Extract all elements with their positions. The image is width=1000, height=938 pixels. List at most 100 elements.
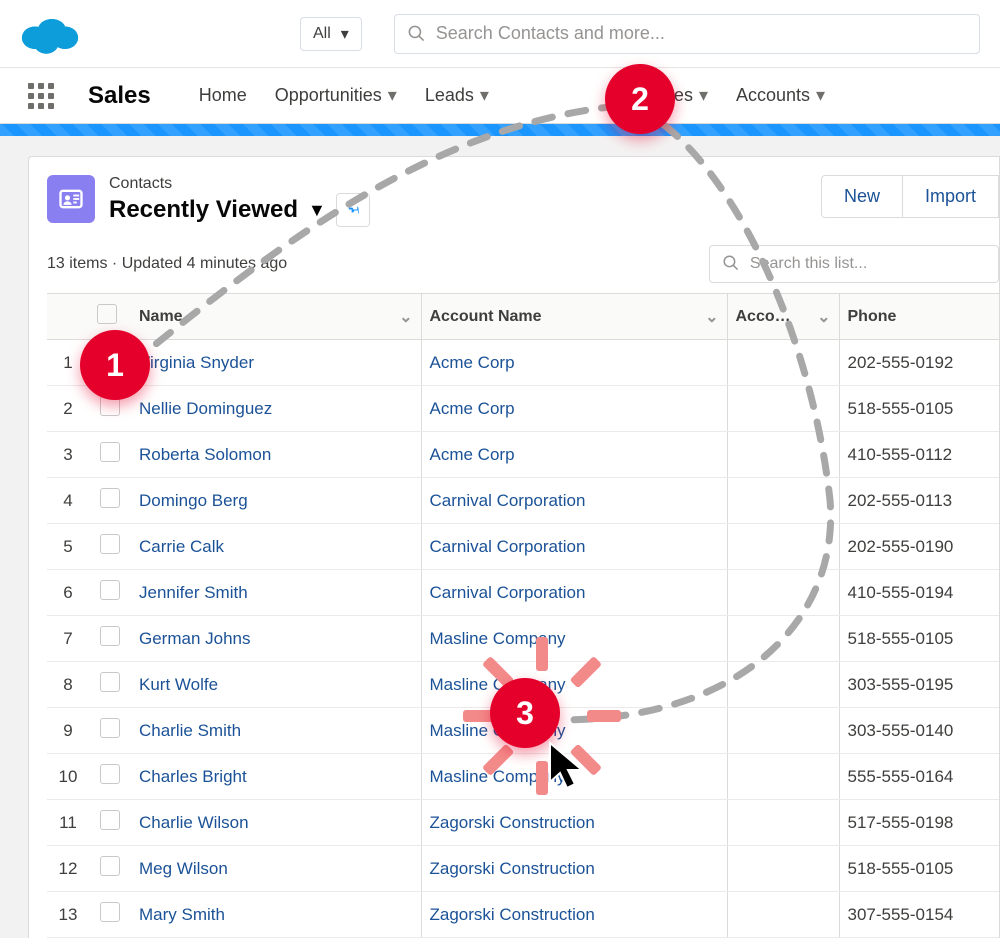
col-name[interactable]: Name⌄ [131, 294, 421, 340]
contact-name-link[interactable]: Domingo Berg [139, 491, 248, 510]
contact-name-link[interactable]: Nellie Dominguez [139, 399, 272, 418]
app-launcher-icon[interactable] [28, 83, 54, 109]
annotation-badge-1: 1 [80, 330, 150, 400]
row-index: 8 [47, 662, 89, 708]
salesforce-logo [20, 13, 80, 55]
page-header: Contacts Recently Viewed ▼ New Import [47, 175, 999, 227]
contacts-icon [47, 175, 95, 223]
row-checkbox[interactable] [100, 856, 120, 876]
pin-list-button[interactable] [336, 193, 370, 227]
chevron-down-icon[interactable]: ▼ [308, 200, 326, 221]
chevron-down-icon: ▾ [388, 85, 397, 106]
row-index: 11 [47, 800, 89, 846]
row-checkbox[interactable] [100, 488, 120, 508]
phone-cell: 303-555-0195 [839, 662, 999, 708]
phone-cell: 202-555-0190 [839, 524, 999, 570]
acco-cell [727, 340, 839, 386]
account-name-link[interactable]: Carnival Corporation [430, 491, 586, 510]
contact-name-link[interactable]: Meg Wilson [139, 859, 228, 878]
table-row: 10Charles BrightMasline Company555-555-0… [47, 754, 999, 800]
nav-home[interactable]: Home [199, 85, 247, 106]
table-row: 4Domingo BergCarnival Corporation202-555… [47, 478, 999, 524]
col-acco-truncated[interactable]: Acco…⌄ [727, 294, 839, 340]
row-checkbox[interactable] [100, 718, 120, 738]
row-checkbox[interactable] [100, 672, 120, 692]
acco-cell [727, 754, 839, 800]
col-phone[interactable]: Phone [839, 294, 999, 340]
row-checkbox[interactable] [100, 764, 120, 784]
account-name-link[interactable]: Acme Corp [430, 353, 515, 372]
row-checkbox[interactable] [100, 580, 120, 600]
row-index: 5 [47, 524, 89, 570]
annotation-badge-2: 2 [605, 64, 675, 134]
acco-cell [727, 478, 839, 524]
import-button[interactable]: Import [902, 175, 999, 218]
phone-cell: 307-555-0154 [839, 892, 999, 938]
chevron-down-icon[interactable]: ⌄ [705, 307, 718, 327]
page-body: Contacts Recently Viewed ▼ New Import 13… [0, 136, 1000, 938]
row-index: 13 [47, 892, 89, 938]
table-row: 7German JohnsMasline Company518-555-0105 [47, 616, 999, 662]
contact-name-link[interactable]: Virginia Snyder [139, 353, 254, 372]
account-name-link[interactable]: Carnival Corporation [430, 583, 586, 602]
row-index: 3 [47, 432, 89, 478]
account-name-link[interactable]: Zagorski Construction [430, 859, 595, 878]
global-search[interactable] [394, 14, 980, 54]
new-button[interactable]: New [821, 175, 902, 218]
row-checkbox[interactable] [100, 534, 120, 554]
contact-name-link[interactable]: German Johns [139, 629, 251, 648]
object-label: Contacts [109, 175, 807, 193]
account-name-link[interactable]: Zagorski Construction [430, 813, 595, 832]
search-icon [407, 24, 426, 44]
phone-cell: 518-555-0105 [839, 616, 999, 662]
select-all-checkbox[interactable] [97, 304, 117, 324]
contact-name-link[interactable]: Charlie Smith [139, 721, 241, 740]
contact-name-link[interactable]: Roberta Solomon [139, 445, 271, 464]
account-name-link[interactable]: Acme Corp [430, 445, 515, 464]
chevron-down-icon[interactable]: ⌄ [399, 307, 412, 327]
account-name-link[interactable]: Acme Corp [430, 399, 515, 418]
row-checkbox[interactable] [100, 810, 120, 830]
chevron-down-icon[interactable]: ⌄ [817, 307, 830, 327]
phone-cell: 555-555-0164 [839, 754, 999, 800]
col-account-name[interactable]: Account Name⌄ [421, 294, 727, 340]
account-name-link[interactable]: Zagorski Construction [430, 905, 595, 924]
col-index [47, 294, 89, 340]
contact-name-link[interactable]: Charles Bright [139, 767, 247, 786]
nav-opportunities[interactable]: Opportunities▾ [275, 85, 397, 106]
account-name-link[interactable]: Carnival Corporation [430, 537, 586, 556]
phone-cell: 518-555-0105 [839, 846, 999, 892]
acco-cell [727, 570, 839, 616]
acco-cell [727, 800, 839, 846]
search-icon [722, 254, 740, 274]
nav-accounts[interactable]: Accounts▾ [736, 85, 825, 106]
list-view-name[interactable]: Recently Viewed [109, 196, 298, 224]
table-row: 6Jennifer SmithCarnival Corporation410-5… [47, 570, 999, 616]
table-row: 13 Mary Smith Zagorski Construction 307-555… [47, 892, 999, 938]
annotation-badge-3: 3 [490, 678, 560, 748]
contact-name-link[interactable]: Charlie Wilson [139, 813, 249, 832]
table-row: 2Nellie DominguezAcme Corp518-555-0105 [47, 386, 999, 432]
contact-name-link[interactable]: Carrie Calk [139, 537, 224, 556]
search-scope-select[interactable]: All ▾ [300, 17, 362, 51]
table-row: 1Virginia SnyderAcme Corp202-555-0192 [47, 340, 999, 386]
contact-name-link[interactable]: Kurt Wolfe [139, 675, 218, 694]
contact-name-link[interactable]: Jennifer Smith [139, 583, 248, 602]
row-checkbox[interactable] [100, 626, 120, 646]
app-name: Sales [88, 82, 151, 110]
list-search[interactable] [709, 245, 999, 283]
table-row: 3 Roberta Solomon Acme Corp 410-555-0112 [47, 432, 999, 478]
phone-cell: 518-555-0105 [839, 386, 999, 432]
phone-cell: 517-555-0198 [839, 800, 999, 846]
phone-cell: 410-555-0112 [839, 432, 999, 478]
cursor-icon [545, 740, 595, 805]
table-row: 12Meg WilsonZagorski Construction518-555… [47, 846, 999, 892]
acco-cell [727, 892, 839, 938]
global-search-input[interactable] [436, 23, 967, 44]
list-search-input[interactable] [750, 255, 986, 273]
phone-cell: 410-555-0194 [839, 570, 999, 616]
row-checkbox[interactable] [100, 442, 120, 462]
row-checkbox[interactable] [100, 902, 120, 922]
nav-leads[interactable]: Leads▾ [425, 85, 489, 106]
contact-name-link[interactable]: Mary Smith [139, 905, 225, 924]
